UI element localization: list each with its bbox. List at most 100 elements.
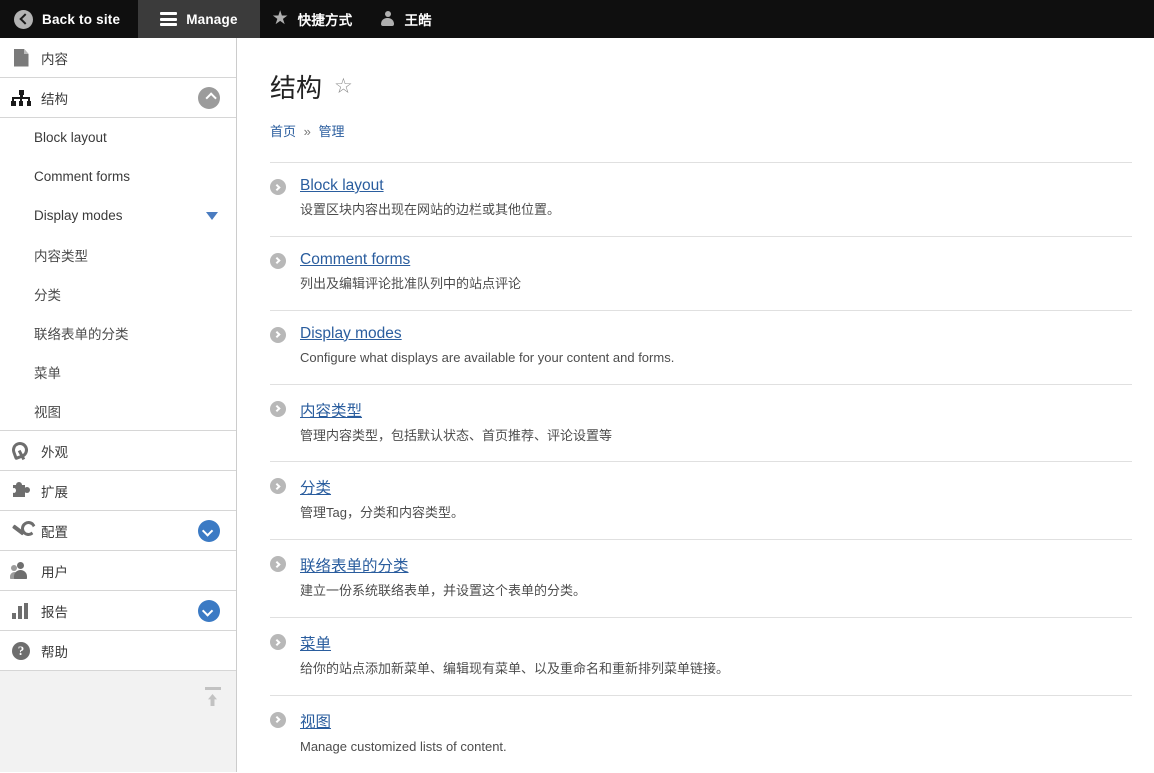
admin-item-description: 管理内容类型，包括默认状态、首页推荐、评论设置等 <box>300 427 613 443</box>
page-title: 结构 ☆ <box>248 38 1154 105</box>
sidebar-subitem-content-types[interactable]: 内容类型 <box>0 235 236 274</box>
tab-shortcuts[interactable]: ★ 快捷方式 <box>260 0 369 38</box>
tab-account-label: 王皓 <box>404 13 432 28</box>
users-icon <box>10 560 32 582</box>
tab-manage-label: Manage <box>186 11 238 27</box>
sidebar-section-help: ? 帮助 <box>0 631 236 671</box>
admin-item-title[interactable]: Block layout <box>300 177 384 195</box>
collapse-toolbar-up-icon[interactable] <box>204 687 222 709</box>
sidebar-item-help[interactable]: ? 帮助 <box>0 631 236 671</box>
sidebar-subitem-menus[interactable]: 菜单 <box>0 352 236 391</box>
sidebar-section-people: 用户 <box>0 551 236 591</box>
sidebar-item-appearance[interactable]: 外观 <box>0 431 236 471</box>
page-title-text: 结构 <box>270 73 323 103</box>
sidebar-subitem-comment-forms[interactable]: Comment forms <box>0 157 236 196</box>
sidebar-subitem-display-modes[interactable]: Display modes <box>0 196 236 235</box>
structure-tree-icon <box>10 87 32 109</box>
list-item: 联络表单的分类 建立一份系统联络表单，并设置这个表单的分类。 <box>270 540 1132 619</box>
chevron-right-icon <box>270 634 286 651</box>
sidebar-item-extend[interactable]: 扩展 <box>0 471 236 511</box>
admin-item-title[interactable]: 菜单 <box>300 632 331 654</box>
chevron-down-icon[interactable] <box>206 211 218 220</box>
sidebar-subitem-taxonomy[interactable]: 分类 <box>0 274 236 313</box>
admin-item-title[interactable]: Comment forms <box>300 251 410 269</box>
sidebar-item-configuration-label: 配置 <box>41 524 68 540</box>
back-to-site-label: Back to site <box>42 11 121 27</box>
list-item: Block layout 设置区块内容出现在网站的边栏或其他位置。 <box>270 163 1132 237</box>
admin-item-description: 给你的站点添加新菜单、编辑现有菜单、以及重命名和重新排列菜单链接。 <box>300 661 730 677</box>
person-icon <box>380 11 395 27</box>
sidebar-item-content-label: 内容 <box>41 51 68 67</box>
admin-toolbar: Back to site Manage ★ 快捷方式 王皓 <box>0 0 1154 38</box>
list-item: 菜单 给你的站点添加新菜单、编辑现有菜单、以及重命名和重新排列菜单链接。 <box>270 618 1132 696</box>
sidebar-subitem-label: 视图 <box>34 404 61 420</box>
admin-block-list: Block layout 设置区块内容出现在网站的边栏或其他位置。 Commen… <box>270 162 1132 773</box>
chevron-right-icon <box>270 179 286 195</box>
sidebar-item-reports[interactable]: 报告 <box>0 591 236 631</box>
chevron-right-icon <box>270 556 286 573</box>
circle-left-chevron-icon <box>14 9 33 29</box>
sidebar-item-reports-label: 报告 <box>41 604 68 620</box>
sidebar-subitem-label: 联络表单的分类 <box>34 326 129 342</box>
sidebar-item-appearance-label: 外观 <box>41 444 68 460</box>
admin-item-description: 建立一份系统联络表单，并设置这个表单的分类。 <box>300 583 587 599</box>
list-item: 视图 Manage customized lists of content. <box>270 696 1132 773</box>
configuration-expand-toggle[interactable] <box>198 519 220 542</box>
tab-shortcuts-label: 快捷方式 <box>297 13 353 28</box>
chevron-right-icon <box>270 326 286 343</box>
document-icon <box>10 47 32 69</box>
admin-item-title[interactable]: 内容类型 <box>300 399 362 421</box>
admin-item-description: Manage customized lists of content. <box>300 738 507 754</box>
list-item: 内容类型 管理内容类型，包括默认状态、首页推荐、评论设置等 <box>270 385 1132 463</box>
chevron-right-icon <box>270 252 286 269</box>
sidebar-item-help-label: 帮助 <box>41 644 68 660</box>
tab-account[interactable]: 王皓 <box>368 0 447 38</box>
sidebar-item-configuration[interactable]: 配置 <box>0 511 236 551</box>
star-outline-icon[interactable]: ☆ <box>334 76 354 97</box>
breadcrumb-current[interactable]: 管理 <box>319 124 345 139</box>
wrench-icon <box>10 520 32 542</box>
admin-item-title[interactable]: Display modes <box>300 325 402 343</box>
sidebar-item-content[interactable]: 内容 <box>0 38 236 78</box>
reports-expand-toggle[interactable] <box>198 599 220 622</box>
bar-chart-icon <box>10 600 32 622</box>
breadcrumb-home[interactable]: 首页 <box>270 124 296 139</box>
paintbrush-icon <box>10 440 32 462</box>
chevron-right-icon <box>270 711 286 728</box>
puzzle-piece-icon <box>10 480 32 502</box>
sidebar-section-configuration: 配置 <box>0 511 236 551</box>
admin-item-title[interactable]: 视图 <box>300 710 331 732</box>
sidebar-subitem-views[interactable]: 视图 <box>0 391 236 430</box>
sidebar-item-structure-label: 结构 <box>41 91 68 107</box>
star-icon: ★ <box>271 7 289 29</box>
breadcrumb-separator: » <box>303 124 311 139</box>
sidebar-subitem-label: Display modes <box>34 208 123 223</box>
sidebar-subitem-label: 分类 <box>34 287 61 303</box>
sidebar-subitem-label: Comment forms <box>34 169 131 184</box>
admin-sidebar: 内容 结构 Block layout Comment forms Display… <box>0 38 237 772</box>
hamburger-icon <box>160 12 178 26</box>
chevron-right-icon <box>270 400 286 417</box>
sidebar-item-extend-label: 扩展 <box>41 484 68 500</box>
sidebar-section-extend: 扩展 <box>0 471 236 511</box>
structure-collapse-toggle[interactable] <box>198 86 220 109</box>
sidebar-item-people-label: 用户 <box>41 564 68 580</box>
sidebar-subitem-label: 内容类型 <box>34 248 88 264</box>
list-item: 分类 管理Tag，分类和内容类型。 <box>270 462 1132 541</box>
main-content: 结构 ☆ 首页 » 管理 Block layout 设置区块内容出现在网站的边栏… <box>248 38 1154 772</box>
breadcrumb: 首页 » 管理 <box>248 105 1154 140</box>
sidebar-section-appearance: 外观 <box>0 431 236 471</box>
sidebar-subitem-contact-forms[interactable]: 联络表单的分类 <box>0 313 236 352</box>
back-to-site-button[interactable]: Back to site <box>0 0 138 38</box>
list-item: Display modes Configure what displays ar… <box>270 311 1132 385</box>
sidebar-footer <box>0 671 236 741</box>
sidebar-item-structure[interactable]: 结构 <box>0 78 236 118</box>
structure-subnav: Block layout Comment forms Display modes… <box>0 118 236 431</box>
sidebar-subitem-block-layout[interactable]: Block layout <box>0 118 236 157</box>
chevron-right-icon <box>270 478 286 495</box>
admin-item-title[interactable]: 分类 <box>300 476 331 498</box>
sidebar-item-people[interactable]: 用户 <box>0 551 236 591</box>
tab-manage[interactable]: Manage <box>138 0 260 38</box>
admin-item-title[interactable]: 联络表单的分类 <box>300 554 409 576</box>
question-circle-icon: ? <box>10 640 32 662</box>
